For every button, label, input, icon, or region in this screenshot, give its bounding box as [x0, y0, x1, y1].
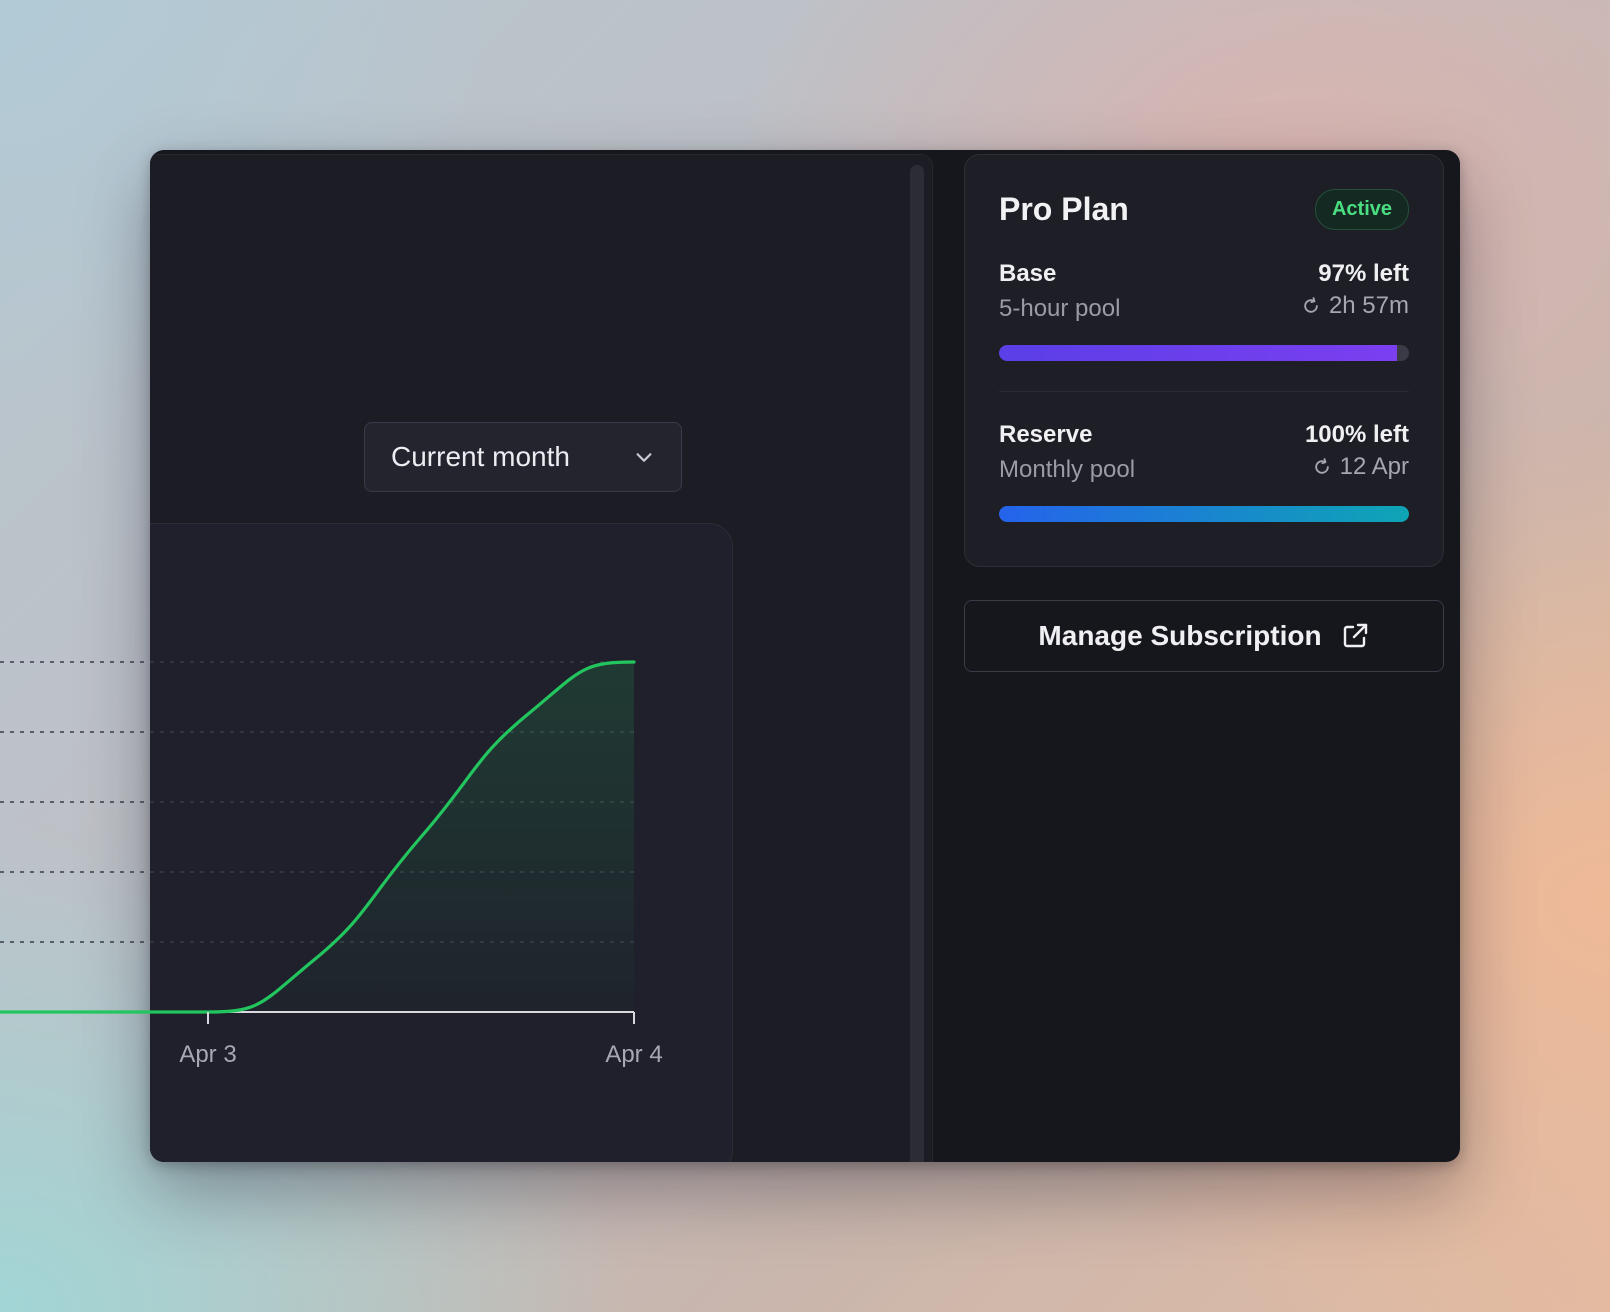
external-link-icon — [1343, 623, 1367, 648]
x-tick-label: Apr 3 — [179, 1041, 236, 1068]
plan-title: Pro Plan — [999, 190, 1129, 227]
manage-subscription-label: Manage Subscription — [1038, 620, 1322, 651]
scrollbar[interactable] — [910, 165, 924, 1162]
usage-chart: Apr 3 Apr 4 — [0, 660, 663, 1068]
pool-reset: 12 Apr — [1312, 452, 1409, 482]
pool-divider — [999, 391, 1409, 392]
range-select-value: Current month — [391, 441, 570, 472]
pool-name: Base — [999, 260, 1057, 287]
plan-card: Pro Plan Active Base 5-hour pool 97% lef… — [964, 154, 1444, 567]
refresh-icon — [1314, 458, 1329, 474]
pool-name: Reserve — [999, 421, 1093, 448]
plan-header: Pro Plan Active — [999, 187, 1409, 231]
pool-progress-fill — [999, 345, 1397, 361]
pool-percent: 97% left — [1318, 260, 1409, 287]
pool-reset: 2h 57m — [1301, 291, 1409, 321]
pool-base: Base 5-hour pool 97% left 2h 57m — [999, 259, 1409, 361]
pool-percent: 100% left — [1304, 421, 1409, 448]
range-select[interactable]: Current month — [364, 422, 682, 492]
x-tick-label: Apr 4 — [605, 1041, 662, 1068]
pool-progress-track — [999, 506, 1409, 522]
pool-reset-label: 2h 57m — [1328, 292, 1409, 319]
manage-subscription-button[interactable]: Manage Subscription — [964, 600, 1444, 672]
pool-progress-fill — [999, 506, 1409, 522]
refresh-icon — [1304, 297, 1318, 313]
status-badge: Active — [1314, 188, 1409, 230]
chevron-down-icon — [636, 453, 652, 462]
pool-reset-label: 12 Apr — [1339, 453, 1409, 480]
pool-progress-track — [999, 345, 1409, 361]
pool-subtitle: 5-hour pool — [999, 295, 1121, 322]
pool-reserve: Reserve Monthly pool 100% left 12 Apr — [999, 420, 1409, 522]
pool-subtitle: Monthly pool — [999, 456, 1136, 483]
